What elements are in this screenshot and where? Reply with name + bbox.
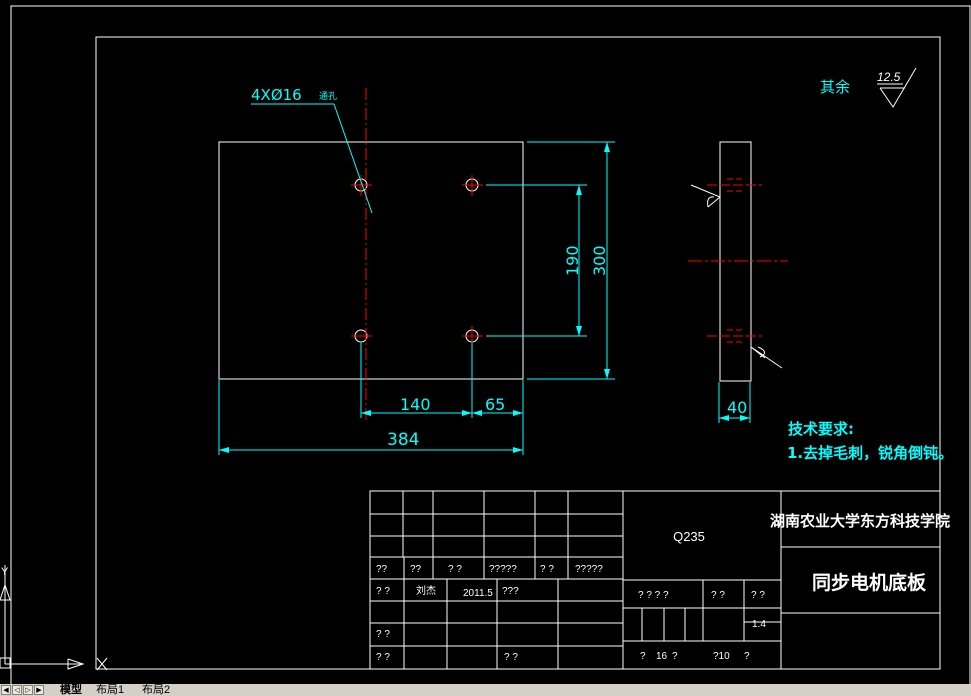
tab-layout1[interactable]: 布局1 xyxy=(94,684,126,696)
svg-text:?: ? xyxy=(744,651,750,662)
tab-model[interactable]: 模型 xyxy=(58,684,84,696)
material-text: Q235 xyxy=(673,529,705,544)
tab-next-icon[interactable]: ▷ xyxy=(23,685,33,695)
school-name: 湖南农业大学东方科技学院 xyxy=(770,512,950,530)
tab-prev-icon[interactable]: ◁ xyxy=(12,685,22,695)
svg-text:? ?: ? ? xyxy=(376,629,390,640)
dim-384: 384 xyxy=(387,430,419,450)
dim-65: 65 xyxy=(485,395,505,414)
ucs-y-label: Y xyxy=(1,566,9,578)
dim-300: 300 xyxy=(590,245,609,276)
roughness-label: 其余 xyxy=(820,78,850,96)
center-lines xyxy=(351,88,483,420)
svg-text:?: ? xyxy=(640,651,646,662)
ucs-icon xyxy=(0,565,108,671)
hole-callout: 4XØ16 通孔 xyxy=(251,86,373,214)
svg-text:? ?: ? ? xyxy=(376,652,390,663)
drawing-canvas[interactable]: 4XØ16 通孔 384 140 65 190 300 40 其余 12.5 技… xyxy=(0,0,971,684)
svg-text:?10: ?10 xyxy=(713,651,730,662)
svg-text:?????: ????? xyxy=(489,564,517,575)
tab-first-icon[interactable]: ◀ xyxy=(1,685,11,695)
svg-text:? ? ? ?: ? ? ? ? xyxy=(638,590,669,601)
roughness-value: 12.5 xyxy=(877,70,901,84)
dim-190: 190 xyxy=(563,245,582,276)
svg-text:? ?: ? ? xyxy=(376,586,390,597)
svg-text:??: ?? xyxy=(410,564,422,575)
hole-callout-text: 4XØ16 xyxy=(251,86,302,104)
tech-req-title: 技术要求: xyxy=(788,420,854,438)
svg-text:? ?: ? ? xyxy=(448,564,462,575)
svg-text:16: 16 xyxy=(656,651,668,662)
svg-text:? ?: ? ? xyxy=(751,590,765,601)
surface-finish-marks xyxy=(690,184,783,369)
dim-140: 140 xyxy=(400,395,431,414)
svg-text:??: ?? xyxy=(376,564,388,575)
svg-text:1:4: 1:4 xyxy=(752,619,766,630)
svg-text:? ?: ? ? xyxy=(711,590,725,601)
svg-text:2011.5: 2011.5 xyxy=(463,588,493,599)
part-name: 同步电机底板 xyxy=(812,571,927,594)
svg-text:? ?: ? ? xyxy=(540,564,554,575)
holes xyxy=(354,178,479,343)
layout-tab-bar: ◀ ◁ ▷ ▶ 模型 布局1 布局2 xyxy=(0,684,971,696)
tab-last-icon[interactable]: ▶ xyxy=(34,685,44,695)
tab-layout2[interactable]: 布局2 xyxy=(140,684,172,696)
svg-text:?????: ????? xyxy=(575,564,603,575)
tech-req-item: 1.去掉毛刺，锐角倒钝。 xyxy=(787,444,953,462)
hole-note-text: 通孔 xyxy=(319,91,337,102)
dim-40: 40 xyxy=(727,398,747,417)
side-view-lines xyxy=(688,178,788,343)
svg-text:?: ? xyxy=(672,651,678,662)
svg-text:刘杰: 刘杰 xyxy=(416,585,436,597)
plate-front-view xyxy=(218,141,524,380)
svg-text:? ?: ? ? xyxy=(504,652,518,663)
svg-text:???: ??? xyxy=(502,586,519,597)
